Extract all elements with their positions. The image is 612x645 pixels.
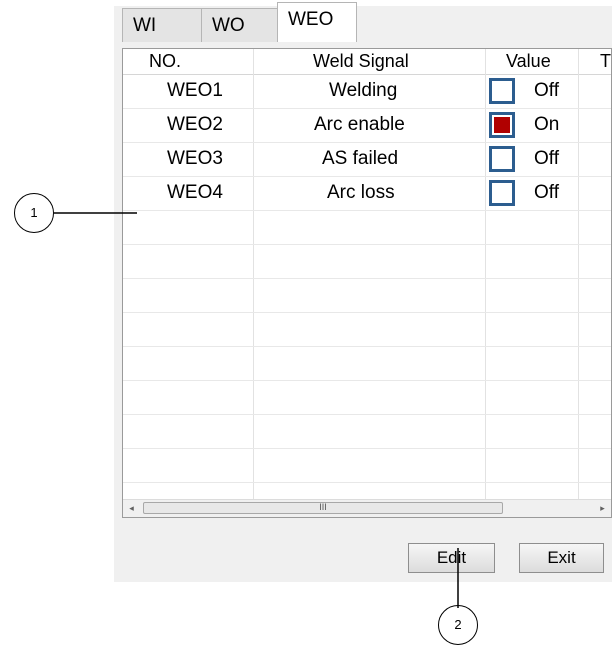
callout-lines: [54, 212, 459, 608]
callout-marker-1: 1: [14, 193, 54, 233]
callout-marker-2: 2: [438, 605, 478, 645]
